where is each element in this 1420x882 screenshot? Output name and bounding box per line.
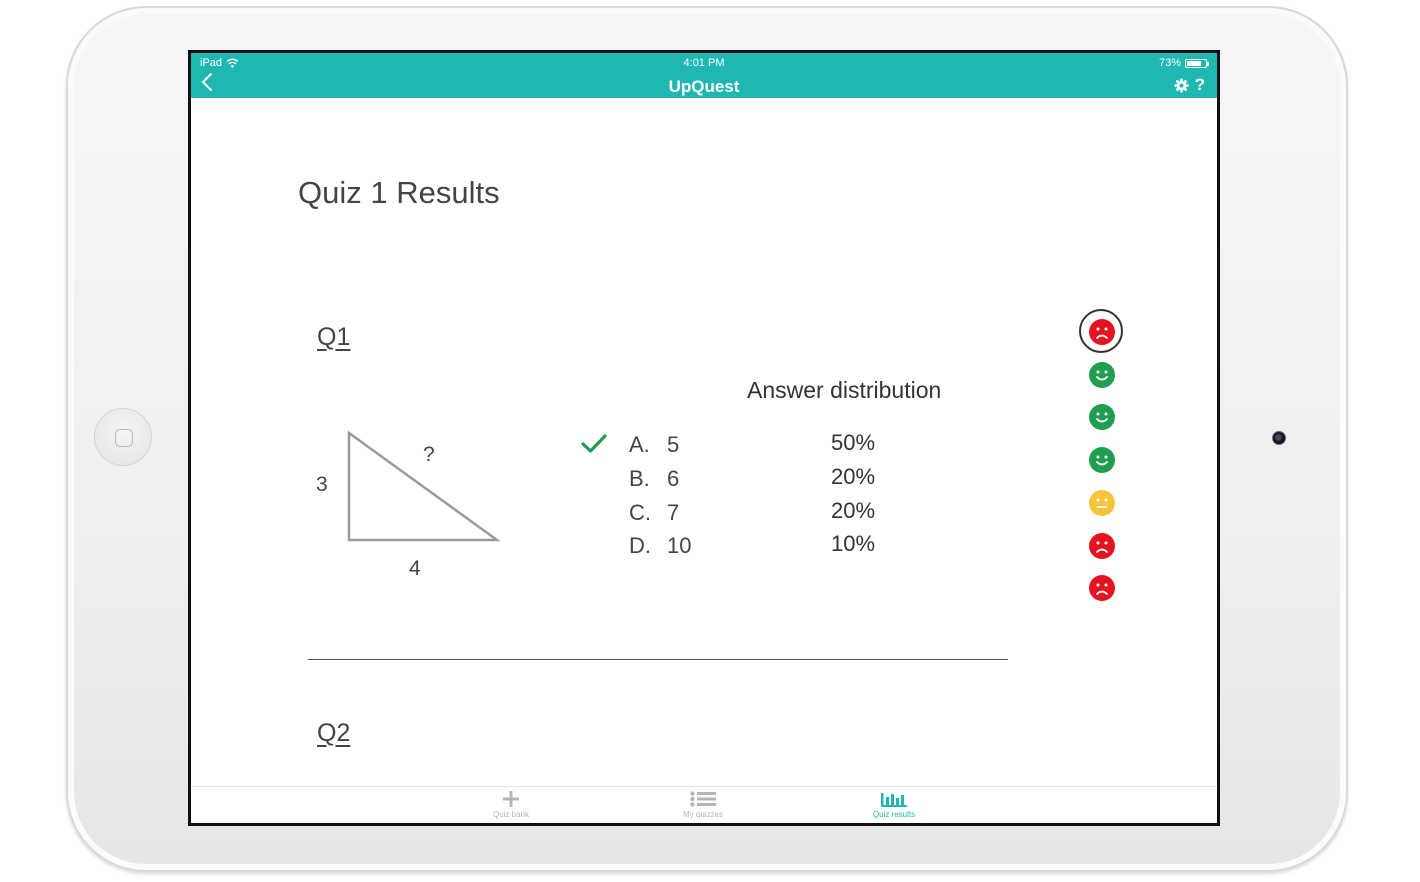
tab-label: Quiz results	[872, 810, 916, 819]
option-value: 6	[667, 466, 680, 491]
tab-label: My quizzes	[682, 810, 723, 819]
answer-option-d: D. 10 10%	[581, 530, 881, 564]
correct-check-icon	[581, 434, 607, 453]
home-square-icon	[115, 429, 133, 447]
camera-icon	[1272, 431, 1286, 445]
student-face-sad-icon[interactable]	[1089, 575, 1115, 601]
home-button[interactable]	[94, 408, 152, 466]
tab-quiz-bank[interactable]: Quiz bank	[471, 789, 551, 819]
triangle-side-bottom: 4	[409, 557, 421, 580]
status-right: 73%	[1158, 57, 1209, 69]
tab-label: Quiz bank	[492, 810, 530, 819]
student-face-sad-icon[interactable]	[1079, 309, 1123, 353]
option-letter: D.	[629, 533, 651, 558]
option-value: 5	[667, 432, 680, 457]
app-view: iPad 4:01 PM 73% UpQuest ? Quiz 1 Result…	[191, 53, 1217, 823]
option-letter: A.	[629, 432, 650, 457]
option-letter: B.	[629, 466, 650, 491]
page-title: Quiz 1 Results	[298, 175, 500, 210]
answer-option-c: C. 7 20%	[581, 497, 881, 531]
plus-icon	[503, 791, 519, 807]
question-divider	[308, 659, 1008, 660]
answer-option-a: A. 5 50%	[581, 429, 881, 463]
help-button[interactable]: ?	[1195, 75, 1205, 95]
student-face-neutral-icon[interactable]	[1089, 490, 1115, 516]
question-label-q2[interactable]: Q2	[317, 719, 350, 748]
option-letter: C.	[629, 500, 651, 525]
status-time: 4:01 PM	[683, 57, 725, 69]
triangle-side-left: 3	[316, 473, 328, 496]
triangle-hypotenuse: ?	[423, 443, 435, 466]
option-percent: 10%	[831, 531, 876, 556]
option-value: 7	[667, 500, 680, 525]
screen: iPad 4:01 PM 73% UpQuest ? Quiz 1 Result…	[188, 50, 1220, 826]
option-percent: 20%	[831, 498, 876, 523]
tab-quiz-results[interactable]: Quiz results	[854, 789, 934, 819]
student-face-happy-icon[interactable]	[1089, 362, 1115, 388]
selected-ring	[1079, 309, 1123, 353]
header-actions: ?	[1174, 75, 1205, 95]
top-bar: iPad 4:01 PM 73% UpQuest ?	[191, 53, 1217, 98]
tab-my-quizzes[interactable]: My quizzes	[663, 789, 743, 819]
answer-option-b: B. 6 20%	[581, 463, 881, 497]
battery-icon	[1185, 58, 1209, 68]
student-face-sad-icon[interactable]	[1089, 533, 1115, 559]
student-face-happy-icon[interactable]	[1089, 447, 1115, 473]
question-label-q1[interactable]: Q1	[317, 323, 350, 352]
gear-icon[interactable]	[1174, 77, 1189, 93]
option-percent: 20%	[831, 464, 876, 489]
option-value: 10	[667, 533, 692, 558]
battery-percent: 73%	[1158, 57, 1181, 69]
tab-bar: Quiz bank My quizzes Quiz results	[191, 786, 1217, 823]
list-icon	[690, 791, 716, 807]
student-face-happy-icon[interactable]	[1089, 404, 1115, 430]
distribution-heading: Answer distribution	[747, 377, 942, 403]
app-title: UpQuest	[668, 77, 740, 96]
option-percent: 50%	[831, 430, 876, 455]
bar-chart-icon	[881, 793, 907, 807]
